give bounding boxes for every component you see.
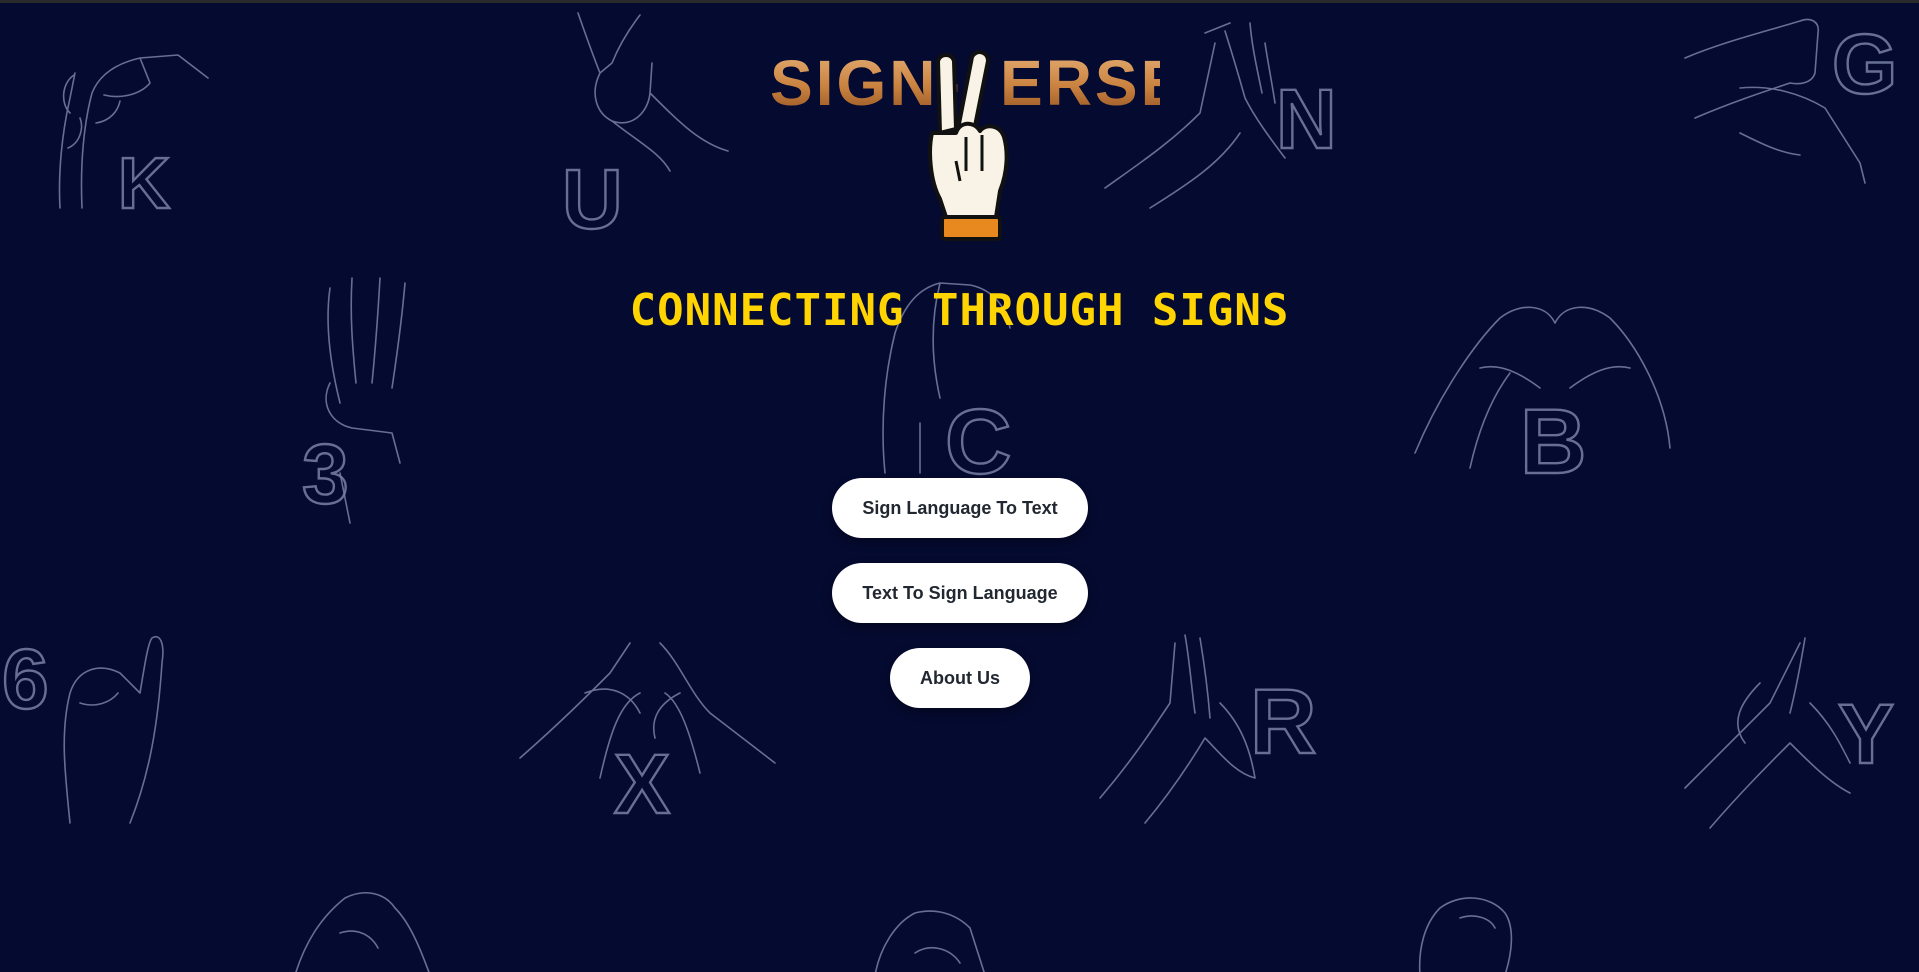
bg-number-3: 3 (302, 427, 349, 521)
sign-hand-x-illustration: X (519, 642, 776, 832)
sign-hand-bottom-right-illustration (1418, 897, 1513, 972)
bg-letter-n: N (1276, 72, 1337, 166)
page-tagline: CONNECTING THROUGH SIGNS (629, 285, 1290, 336)
text-to-sign-language-button[interactable]: Text To Sign Language (832, 563, 1088, 623)
sign-hand-6-illustration: 6 (1, 631, 164, 824)
about-us-button[interactable]: About Us (890, 648, 1030, 708)
sign-hand-bottom-center-illustration (874, 910, 985, 972)
sign-hand-k-illustration: K (58, 54, 209, 225)
landing-page: K U N G 3 C B 6 X R Y SIGN- ERS CONNECTI… (0, 0, 1919, 972)
bg-letter-x: X (614, 737, 670, 831)
bg-number-6: 6 (2, 632, 49, 726)
logo-text-erse: ERSE (1000, 47, 1160, 119)
sign-language-to-text-button[interactable]: Sign Language To Text (832, 478, 1088, 538)
sign-hand-r-illustration: R (1099, 634, 1318, 824)
sign-hand-bottom-left-illustration (295, 892, 430, 972)
sign-verse-logo[interactable]: SIGN- ERSE (760, 41, 1160, 246)
bg-letter-g: G (1832, 17, 1897, 111)
logo-text-sign: SIGN- (770, 47, 963, 119)
bg-letter-u: U (562, 152, 623, 246)
sign-hand-y-illustration: Y (1684, 637, 1895, 829)
peace-sign-hand-icon (928, 50, 1009, 241)
sign-hand-u-illustration: U (561, 12, 729, 247)
bg-letter-r: R (1250, 671, 1316, 773)
sign-hand-g-illustration: G (1684, 16, 1899, 184)
bg-letter-k: K (118, 144, 170, 224)
bg-letter-y: Y (1838, 687, 1894, 781)
bg-letter-b: B (1520, 391, 1586, 493)
